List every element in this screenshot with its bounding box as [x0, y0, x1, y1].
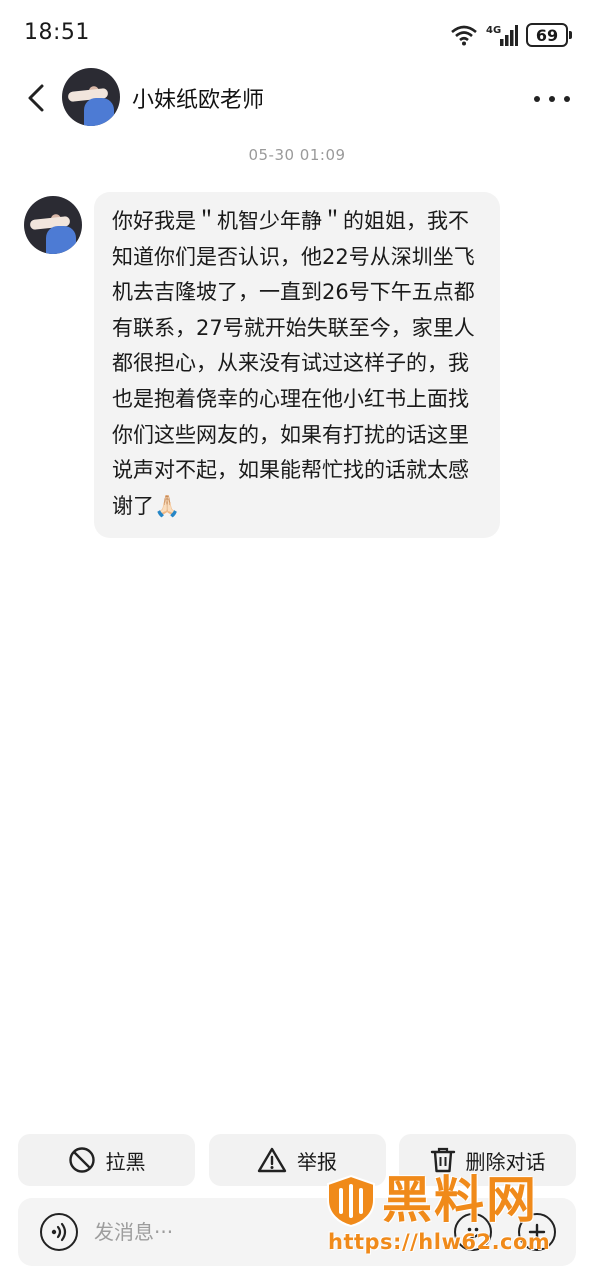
block-icon: [68, 1147, 95, 1173]
message-text: 你好我是＂机智少年静＂的姐姐，我不知道你们是否认识，他22号从深圳坐飞机去吉隆坡…: [112, 209, 475, 518]
battery-indicator: 69: [526, 23, 572, 47]
contact-name[interactable]: 小妹纸欧老师: [132, 82, 264, 114]
delete-label: 删除对话: [465, 1149, 546, 1174]
trash-icon: [430, 1147, 455, 1173]
status-time: 18:51: [24, 20, 90, 45]
chat-actions: 拉黑 举报 删除对话: [18, 1134, 576, 1186]
message-bubble[interactable]: 你好我是＂机智少年静＂的姐姐，我不知道你们是否认识，他22号从深圳坐飞机去吉隆坡…: [94, 192, 500, 539]
signal-icon: 4G: [486, 25, 518, 46]
chevron-left-icon: [28, 84, 44, 112]
message-avatar[interactable]: [24, 196, 82, 254]
emoji-button[interactable]: [454, 1213, 492, 1251]
voice-icon: [51, 1222, 67, 1242]
contact-avatar[interactable]: [62, 68, 120, 126]
plus-icon: [528, 1223, 546, 1241]
status-bar: 18:51 4G 69: [0, 0, 594, 70]
message-input[interactable]: [94, 1212, 424, 1252]
wifi-icon: [451, 25, 477, 46]
report-button[interactable]: 举报: [208, 1134, 386, 1186]
warning-icon: [257, 1147, 287, 1173]
more-options-button[interactable]: [534, 84, 570, 114]
message-timestamp: 05-30 01:09: [248, 146, 346, 164]
voice-input-button[interactable]: [40, 1213, 78, 1251]
block-button[interactable]: 拉黑: [18, 1134, 195, 1186]
status-icons: 4G 69: [450, 20, 572, 50]
more-horizontal-icon: [534, 96, 540, 102]
message-input-bar: [18, 1198, 576, 1266]
chat-header: 小妹纸欧老师: [0, 68, 594, 128]
more-input-button[interactable]: [518, 1213, 556, 1251]
smile-icon: [466, 1227, 480, 1239]
network-type-label: 4G: [486, 25, 501, 36]
delete-conversation-button[interactable]: 删除对话: [399, 1134, 576, 1186]
block-label: 拉黑: [105, 1149, 146, 1174]
report-label: 举报: [297, 1149, 337, 1174]
back-button[interactable]: [18, 80, 54, 116]
battery-level: 69: [535, 25, 559, 45]
